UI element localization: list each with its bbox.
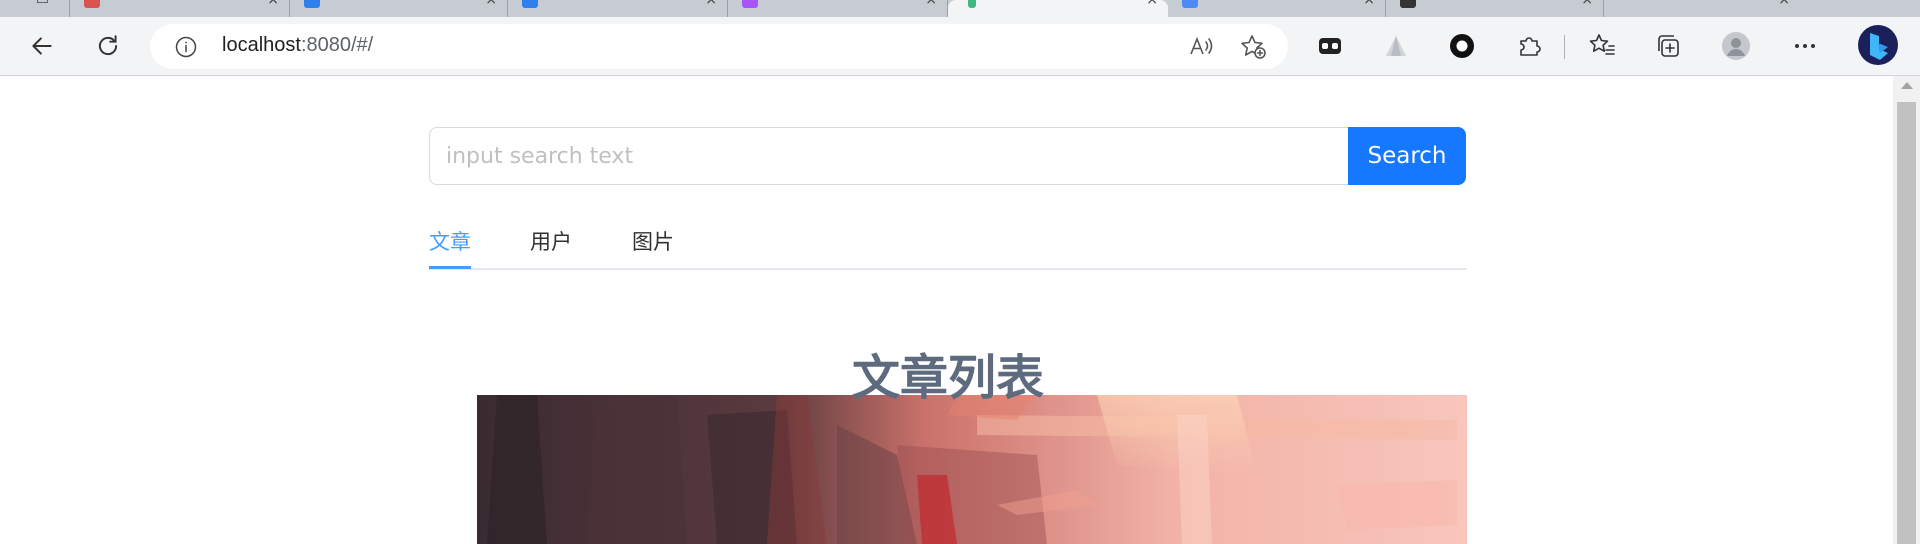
- browser-tab[interactable]: ×: [1604, 0, 1920, 17]
- close-icon[interactable]: ×: [1363, 0, 1375, 8]
- browser-tab[interactable]: ×: [728, 0, 948, 17]
- close-icon[interactable]: ×: [1146, 0, 1158, 8]
- close-icon[interactable]: ×: [1581, 0, 1593, 8]
- tab-favicon-icon: [304, 0, 320, 8]
- add-favorite-icon[interactable]: [1238, 32, 1268, 62]
- url-path: :8080/#/: [300, 34, 374, 56]
- tab-favicon-icon: [1400, 0, 1416, 8]
- back-button[interactable]: [24, 28, 60, 64]
- avatar-icon: [1722, 32, 1750, 60]
- extension-button[interactable]: [1312, 28, 1348, 64]
- favorites-icon: [1589, 34, 1615, 55]
- browser-tab[interactable]: ×: [1386, 0, 1604, 17]
- close-icon[interactable]: ×: [925, 0, 937, 8]
- close-icon[interactable]: ×: [705, 0, 717, 8]
- extension-circle-icon: [1450, 34, 1474, 58]
- reload-icon: [98, 35, 118, 56]
- bing-icon: [1858, 25, 1898, 65]
- browser-tab[interactable]: ×: [508, 0, 728, 17]
- address-bar[interactable]: localhost:8080/#/: [150, 24, 1288, 69]
- tab-favicon-icon: [84, 0, 100, 8]
- profile-button[interactable]: [1718, 28, 1754, 64]
- arrow-left-icon: [32, 37, 52, 55]
- close-icon[interactable]: ×: [1778, 0, 1790, 8]
- article-cover-image[interactable]: [477, 395, 1467, 544]
- url-host: localhost: [222, 34, 301, 56]
- puzzle-icon: [1520, 37, 1541, 56]
- close-icon[interactable]: ×: [485, 0, 497, 8]
- favorites-button[interactable]: [1584, 28, 1620, 64]
- toolbar-divider: [1564, 35, 1565, 59]
- scroll-up-arrow-icon[interactable]: [1901, 82, 1913, 89]
- bing-copilot-button[interactable]: [1856, 23, 1900, 69]
- tab-articles[interactable]: 文章: [429, 226, 471, 256]
- collections-button[interactable]: [1650, 28, 1686, 64]
- extension-button[interactable]: [1444, 28, 1480, 64]
- browser-tab[interactable]: ▭: [0, 0, 70, 17]
- extension-button[interactable]: [1378, 28, 1414, 64]
- page-title: 文章列表: [851, 350, 1044, 406]
- more-icon: [1795, 44, 1815, 48]
- tab-images[interactable]: 图片: [632, 226, 674, 256]
- tab-active-indicator: [429, 266, 471, 269]
- search-input[interactable]: [429, 127, 1349, 185]
- page-scrollbar[interactable]: [1893, 76, 1920, 544]
- scroll-thumb[interactable]: [1897, 102, 1916, 544]
- browser-tab-strip: ▭ × × × × × × × ×: [0, 0, 1920, 17]
- tab-favicon-icon: [522, 0, 538, 8]
- settings-menu-button[interactable]: [1787, 28, 1823, 64]
- content-tabs: 文章 用户 图片: [429, 222, 1467, 270]
- extensions-button[interactable]: [1511, 28, 1547, 64]
- browser-tab[interactable]: ×: [1168, 0, 1386, 17]
- info-icon[interactable]: [174, 35, 198, 59]
- tab-favicon-icon: [968, 0, 976, 8]
- tab-menu-icon[interactable]: ▭: [36, 0, 49, 8]
- browser-tab-active[interactable]: ×: [948, 0, 1168, 17]
- extension-mask-icon: [1319, 38, 1341, 54]
- tab-favicon-icon: [742, 0, 758, 8]
- browser-tab[interactable]: ×: [70, 0, 290, 17]
- url-text[interactable]: localhost:8080/#/: [222, 34, 373, 57]
- tab-users[interactable]: 用户: [530, 226, 572, 256]
- close-icon[interactable]: ×: [267, 0, 279, 8]
- collections-icon: [1658, 35, 1679, 57]
- reload-button[interactable]: [90, 28, 126, 64]
- browser-tab[interactable]: ×: [290, 0, 508, 17]
- browser-toolbar: localhost:8080/#/: [0, 17, 1920, 76]
- tab-favicon-icon: [1182, 0, 1198, 8]
- extension-triangle-icon: [1386, 36, 1406, 56]
- read-aloud-icon[interactable]: [1186, 32, 1216, 62]
- search-button[interactable]: Search: [1348, 127, 1466, 185]
